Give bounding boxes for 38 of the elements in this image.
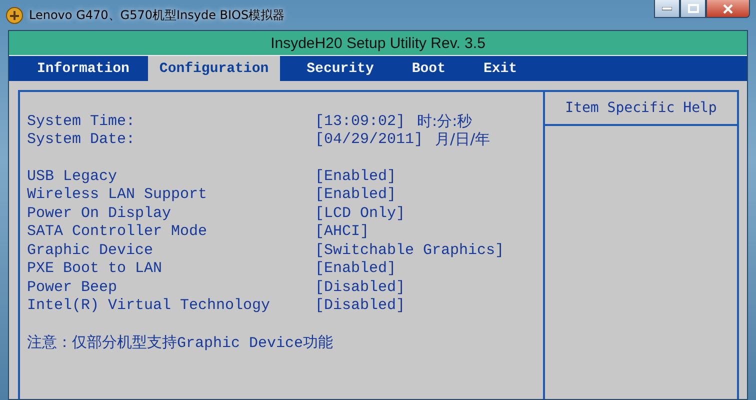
setting-value[interactable]: [Disabled] (315, 278, 406, 296)
menu-tab[interactable]: Security (288, 56, 393, 81)
app-icon (6, 6, 23, 24)
format-hint: 时:分:秒 (417, 112, 472, 131)
menu-tab[interactable]: Information (18, 56, 148, 81)
setting-value[interactable]: [LCD Only] (315, 204, 406, 222)
setting-value[interactable]: [Disabled] (315, 297, 406, 314)
help-title: Item Specific Help (545, 92, 737, 126)
minimize-button[interactable] (654, 0, 680, 18)
window-title: Lenovo G470、G570机型Insyde BIOS模拟器 (29, 6, 285, 24)
menu-tab[interactable]: Configuration (148, 56, 280, 81)
maximize-button[interactable] (680, 0, 706, 18)
utility-title: InsydeH20 Setup Utility Rev. 3.5 (9, 31, 747, 56)
minimize-icon (662, 6, 672, 10)
setting-label: Power Beep (27, 278, 118, 296)
close-button[interactable] (706, 0, 750, 18)
setting-label: Power On Display (27, 204, 172, 222)
setting-label: SATA Controller Mode (27, 223, 208, 240)
format-hint: 月/日/年 (435, 130, 490, 150)
setting-value[interactable]: [Enabled] (315, 168, 396, 185)
setting-value[interactable]: [Enabled] (315, 260, 396, 278)
setting-value[interactable]: [13:09:02] (315, 112, 406, 130)
setting-label: System Date: (27, 131, 136, 148)
setting-label: USB Legacy (27, 168, 118, 185)
setting-value[interactable]: [Switchable Graphics] (315, 242, 504, 259)
menu-tab[interactable]: Boot (392, 56, 464, 81)
close-icon (723, 4, 733, 14)
menu-tab[interactable]: Exit (464, 56, 536, 81)
setting-value[interactable]: [04/29/2011] (315, 131, 424, 148)
maximize-icon (688, 4, 698, 13)
setting-label: Intel(R) Virtual Technology (27, 297, 272, 314)
setting-value[interactable]: [Enabled] (315, 186, 396, 204)
setting-label: Graphic Device (27, 242, 154, 259)
setting-label: System Time: (27, 112, 136, 130)
note-text: 注意：仅部分机型支持Graphic Device功能 (27, 334, 334, 352)
setting-label: Wireless LAN Support (27, 186, 208, 204)
setting-value[interactable]: [AHCI] (315, 223, 370, 240)
setting-label: PXE Boot to LAN (27, 260, 164, 278)
